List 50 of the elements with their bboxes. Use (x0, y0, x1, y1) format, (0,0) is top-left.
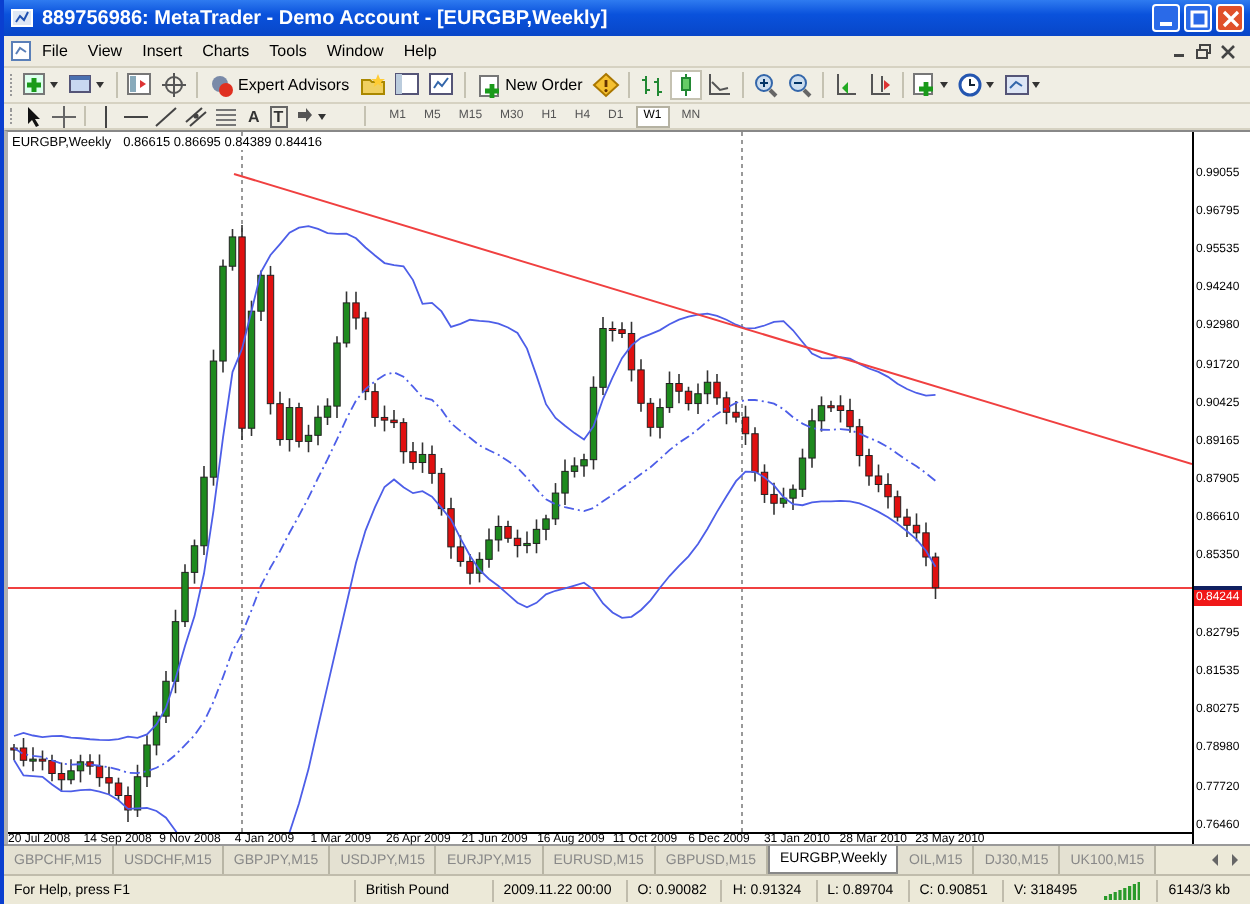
new-chart-icon[interactable] (22, 72, 62, 98)
menu-item[interactable]: Help (393, 42, 447, 60)
clock-icon[interactable] (958, 72, 999, 98)
star-folder-icon[interactable] (359, 72, 388, 98)
arrows-icon[interactable] (293, 105, 330, 127)
zoom-in-icon[interactable] (752, 72, 781, 98)
close-button[interactable] (1216, 4, 1244, 32)
menu-item[interactable]: Insert (132, 42, 193, 60)
fibonacci-icon[interactable] (214, 105, 238, 127)
trendline-icon[interactable] (154, 105, 178, 127)
bar-chart-icon[interactable] (638, 72, 667, 98)
crosshair-icon[interactable] (52, 105, 76, 127)
crosshair-icon[interactable] (160, 72, 188, 98)
restore-icon[interactable] (1196, 43, 1212, 59)
window-title: 889756986: MetaTrader - Demo Account - [EURGBP,Weekly] (42, 7, 608, 29)
circles-icon (210, 73, 234, 97)
expert-advisors-button[interactable]: Expert Advisors (206, 73, 354, 97)
app-icon (10, 6, 34, 30)
document-icon (10, 40, 32, 62)
close-icon (1221, 9, 1239, 27)
connection-bars-icon (1103, 880, 1141, 900)
window-icon[interactable] (393, 72, 422, 98)
auto-scroll-icon[interactable] (832, 72, 861, 98)
maximize-button[interactable] (1184, 4, 1212, 32)
new-order-button[interactable]: New Order (473, 73, 587, 97)
chart-window-icon[interactable] (427, 72, 456, 98)
zoom-out-icon[interactable] (786, 72, 815, 98)
warning-icon[interactable] (592, 72, 621, 98)
menu-item[interactable]: Window (316, 42, 394, 60)
minimize-button[interactable] (1152, 4, 1180, 32)
scroll-right-icon[interactable] (1228, 852, 1242, 868)
text-tool-button[interactable]: A (244, 107, 264, 125)
navigator-icon[interactable] (126, 72, 154, 98)
menu-item[interactable]: Charts (192, 42, 260, 60)
plus-icon (477, 73, 502, 97)
menu-item[interactable]: View (77, 42, 133, 60)
indicators-icon[interactable] (912, 72, 953, 98)
profiles-icon[interactable] (68, 72, 108, 98)
close-icon[interactable] (1220, 43, 1236, 59)
minimize-icon (1160, 21, 1172, 25)
menu-item[interactable]: Tools (259, 42, 317, 60)
menu-item[interactable]: File (32, 42, 78, 60)
candlestick-icon[interactable] (672, 72, 701, 98)
scroll-left-icon[interactable] (1208, 852, 1222, 868)
templates-icon[interactable] (1004, 72, 1045, 98)
text-label-button[interactable]: T (269, 105, 288, 127)
chart-shift-icon[interactable] (866, 72, 895, 98)
cursor-icon[interactable] (22, 105, 46, 127)
maximize-icon (1189, 9, 1207, 27)
line-chart-icon[interactable] (706, 72, 735, 98)
